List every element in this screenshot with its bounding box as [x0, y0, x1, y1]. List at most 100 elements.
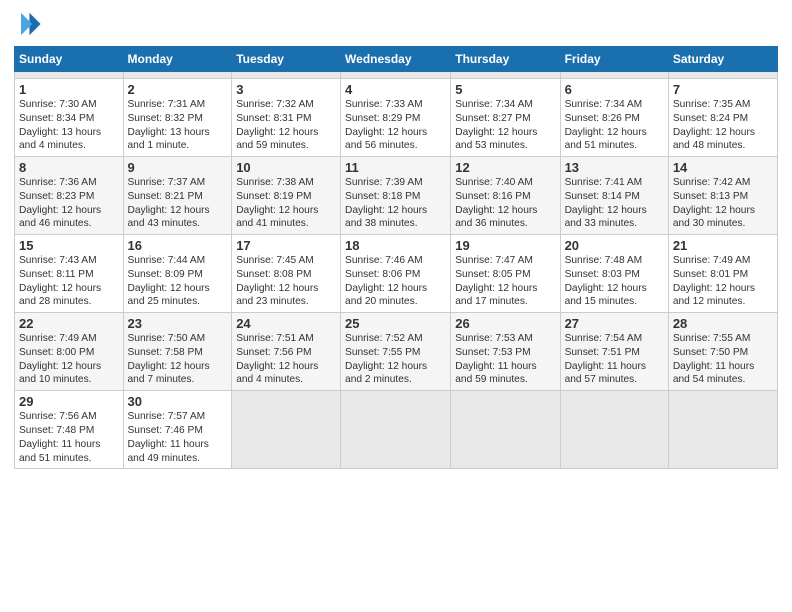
- day-number: 24: [236, 316, 336, 331]
- calendar-cell: 13Sunrise: 7:41 AMSunset: 8:14 PMDayligh…: [560, 157, 668, 235]
- day-number: 27: [565, 316, 664, 331]
- calendar-cell: [232, 391, 341, 469]
- day-number: 25: [345, 316, 446, 331]
- day-number: 3: [236, 82, 336, 97]
- calendar-cell: [15, 72, 124, 79]
- day-info: Sunrise: 7:36 AMSunset: 8:23 PMDaylight:…: [19, 176, 119, 231]
- calendar-cell: 20Sunrise: 7:48 AMSunset: 8:03 PMDayligh…: [560, 235, 668, 313]
- day-info: Sunrise: 7:49 AMSunset: 8:01 PMDaylight:…: [673, 254, 773, 309]
- calendar-cell: 19Sunrise: 7:47 AMSunset: 8:05 PMDayligh…: [451, 235, 560, 313]
- day-number: 19: [455, 238, 555, 253]
- calendar-cell: 29Sunrise: 7:56 AMSunset: 7:48 PMDayligh…: [15, 391, 124, 469]
- header: [14, 10, 778, 38]
- calendar-week-row: [15, 72, 778, 79]
- day-number: 28: [673, 316, 773, 331]
- header-thursday: Thursday: [451, 47, 560, 72]
- calendar-cell: 18Sunrise: 7:46 AMSunset: 8:06 PMDayligh…: [341, 235, 451, 313]
- day-number: 20: [565, 238, 664, 253]
- calendar-week-row: 15Sunrise: 7:43 AMSunset: 8:11 PMDayligh…: [15, 235, 778, 313]
- calendar-cell: 10Sunrise: 7:38 AMSunset: 8:19 PMDayligh…: [232, 157, 341, 235]
- header-saturday: Saturday: [668, 47, 777, 72]
- calendar-cell: 12Sunrise: 7:40 AMSunset: 8:16 PMDayligh…: [451, 157, 560, 235]
- day-info: Sunrise: 7:42 AMSunset: 8:13 PMDaylight:…: [673, 176, 773, 231]
- day-number: 16: [128, 238, 228, 253]
- day-number: 6: [565, 82, 664, 97]
- day-info: Sunrise: 7:46 AMSunset: 8:06 PMDaylight:…: [345, 254, 446, 309]
- logo: [14, 10, 46, 38]
- calendar-cell: 5Sunrise: 7:34 AMSunset: 8:27 PMDaylight…: [451, 79, 560, 157]
- day-number: 18: [345, 238, 446, 253]
- day-number: 12: [455, 160, 555, 175]
- day-info: Sunrise: 7:49 AMSunset: 8:00 PMDaylight:…: [19, 332, 119, 387]
- day-number: 15: [19, 238, 119, 253]
- calendar-cell: [232, 72, 341, 79]
- calendar-cell: [668, 391, 777, 469]
- calendar-week-row: 29Sunrise: 7:56 AMSunset: 7:48 PMDayligh…: [15, 391, 778, 469]
- day-info: Sunrise: 7:47 AMSunset: 8:05 PMDaylight:…: [455, 254, 555, 309]
- header-friday: Friday: [560, 47, 668, 72]
- calendar-cell: 4Sunrise: 7:33 AMSunset: 8:29 PMDaylight…: [341, 79, 451, 157]
- calendar-cell: 23Sunrise: 7:50 AMSunset: 7:58 PMDayligh…: [123, 313, 232, 391]
- calendar-cell: [341, 391, 451, 469]
- day-number: 21: [673, 238, 773, 253]
- day-info: Sunrise: 7:45 AMSunset: 8:08 PMDaylight:…: [236, 254, 336, 309]
- header-tuesday: Tuesday: [232, 47, 341, 72]
- day-info: Sunrise: 7:41 AMSunset: 8:14 PMDaylight:…: [565, 176, 664, 231]
- calendar-header-row: Sunday Monday Tuesday Wednesday Thursday…: [15, 47, 778, 72]
- calendar-cell: 8Sunrise: 7:36 AMSunset: 8:23 PMDaylight…: [15, 157, 124, 235]
- header-sunday: Sunday: [15, 47, 124, 72]
- day-number: 23: [128, 316, 228, 331]
- calendar-cell: 21Sunrise: 7:49 AMSunset: 8:01 PMDayligh…: [668, 235, 777, 313]
- calendar-cell: 28Sunrise: 7:55 AMSunset: 7:50 PMDayligh…: [668, 313, 777, 391]
- calendar-cell: 25Sunrise: 7:52 AMSunset: 7:55 PMDayligh…: [341, 313, 451, 391]
- day-info: Sunrise: 7:30 AMSunset: 8:34 PMDaylight:…: [19, 98, 119, 153]
- calendar-cell: [123, 72, 232, 79]
- calendar-week-row: 8Sunrise: 7:36 AMSunset: 8:23 PMDaylight…: [15, 157, 778, 235]
- day-info: Sunrise: 7:35 AMSunset: 8:24 PMDaylight:…: [673, 98, 773, 153]
- calendar-cell: 30Sunrise: 7:57 AMSunset: 7:46 PMDayligh…: [123, 391, 232, 469]
- day-number: 30: [128, 394, 228, 409]
- day-info: Sunrise: 7:54 AMSunset: 7:51 PMDaylight:…: [565, 332, 664, 387]
- day-number: 13: [565, 160, 664, 175]
- day-info: Sunrise: 7:40 AMSunset: 8:16 PMDaylight:…: [455, 176, 555, 231]
- page-container: Sunday Monday Tuesday Wednesday Thursday…: [0, 0, 792, 479]
- day-info: Sunrise: 7:31 AMSunset: 8:32 PMDaylight:…: [128, 98, 228, 153]
- day-info: Sunrise: 7:34 AMSunset: 8:27 PMDaylight:…: [455, 98, 555, 153]
- calendar-cell: 6Sunrise: 7:34 AMSunset: 8:26 PMDaylight…: [560, 79, 668, 157]
- calendar-cell: 22Sunrise: 7:49 AMSunset: 8:00 PMDayligh…: [15, 313, 124, 391]
- day-info: Sunrise: 7:38 AMSunset: 8:19 PMDaylight:…: [236, 176, 336, 231]
- day-info: Sunrise: 7:44 AMSunset: 8:09 PMDaylight:…: [128, 254, 228, 309]
- calendar-cell: 24Sunrise: 7:51 AMSunset: 7:56 PMDayligh…: [232, 313, 341, 391]
- day-number: 7: [673, 82, 773, 97]
- calendar-cell: 14Sunrise: 7:42 AMSunset: 8:13 PMDayligh…: [668, 157, 777, 235]
- day-info: Sunrise: 7:34 AMSunset: 8:26 PMDaylight:…: [565, 98, 664, 153]
- calendar-cell: 27Sunrise: 7:54 AMSunset: 7:51 PMDayligh…: [560, 313, 668, 391]
- day-number: 8: [19, 160, 119, 175]
- calendar-cell: [341, 72, 451, 79]
- header-wednesday: Wednesday: [341, 47, 451, 72]
- day-number: 2: [128, 82, 228, 97]
- calendar-cell: 9Sunrise: 7:37 AMSunset: 8:21 PMDaylight…: [123, 157, 232, 235]
- day-info: Sunrise: 7:56 AMSunset: 7:48 PMDaylight:…: [19, 410, 119, 465]
- calendar-cell: [560, 72, 668, 79]
- calendar-cell: 17Sunrise: 7:45 AMSunset: 8:08 PMDayligh…: [232, 235, 341, 313]
- calendar-week-row: 22Sunrise: 7:49 AMSunset: 8:00 PMDayligh…: [15, 313, 778, 391]
- calendar-table: Sunday Monday Tuesday Wednesday Thursday…: [14, 46, 778, 469]
- day-info: Sunrise: 7:51 AMSunset: 7:56 PMDaylight:…: [236, 332, 336, 387]
- calendar-cell: 3Sunrise: 7:32 AMSunset: 8:31 PMDaylight…: [232, 79, 341, 157]
- day-info: Sunrise: 7:57 AMSunset: 7:46 PMDaylight:…: [128, 410, 228, 465]
- calendar-cell: [668, 72, 777, 79]
- day-number: 4: [345, 82, 446, 97]
- calendar-cell: 2Sunrise: 7:31 AMSunset: 8:32 PMDaylight…: [123, 79, 232, 157]
- day-number: 11: [345, 160, 446, 175]
- logo-icon: [14, 10, 42, 38]
- day-info: Sunrise: 7:37 AMSunset: 8:21 PMDaylight:…: [128, 176, 228, 231]
- day-number: 22: [19, 316, 119, 331]
- day-info: Sunrise: 7:52 AMSunset: 7:55 PMDaylight:…: [345, 332, 446, 387]
- day-number: 26: [455, 316, 555, 331]
- calendar-cell: [451, 72, 560, 79]
- day-number: 10: [236, 160, 336, 175]
- day-number: 1: [19, 82, 119, 97]
- calendar-cell: 26Sunrise: 7:53 AMSunset: 7:53 PMDayligh…: [451, 313, 560, 391]
- day-info: Sunrise: 7:32 AMSunset: 8:31 PMDaylight:…: [236, 98, 336, 153]
